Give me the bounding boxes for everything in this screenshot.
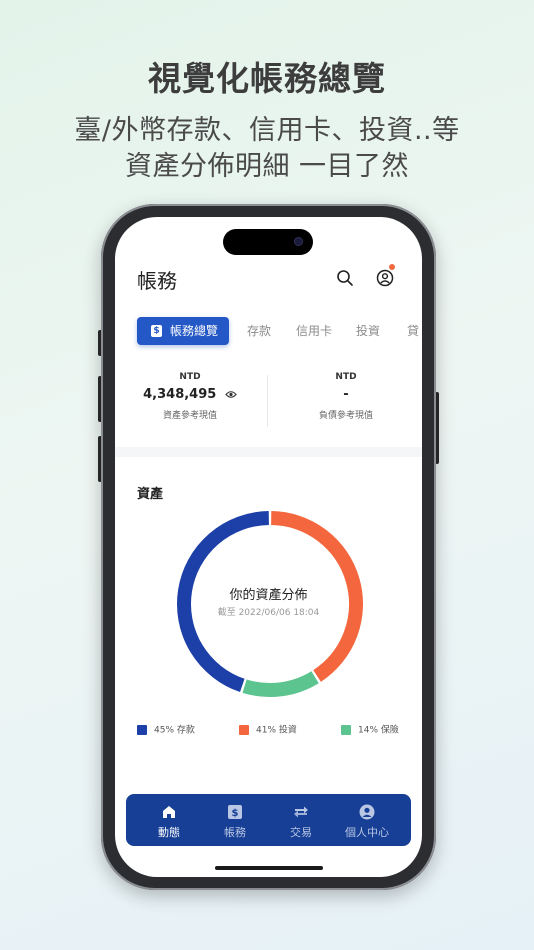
legend-label: 存款 [176, 725, 195, 736]
page-title: 帳務 [137, 269, 177, 293]
liabilities-summary[interactable]: NTD - 負債參考現值 [271, 372, 421, 421]
home-indicator [215, 866, 323, 870]
bottom-tab-bar: 動態 $ 帳務 交易 個人中心 [126, 794, 411, 846]
tab-overview[interactable]: $ 帳務總覽 [137, 317, 229, 345]
tab-credit-card[interactable]: 信用卡 [296, 317, 332, 345]
donut-slice-3 [242, 671, 319, 697]
chart-center-subtitle: 截至 2022/06/06 18:04 [217, 608, 320, 618]
tab-label: 帳務總覽 [170, 324, 219, 338]
assets-label: 資產參考現值 [162, 411, 217, 421]
transfer-icon [294, 806, 308, 818]
legend-item-insurance: 14% 保險 [341, 725, 399, 737]
dollar-icon: $ [151, 325, 162, 337]
assets-summary[interactable]: NTD 4,348,495 資產參考現值 [115, 372, 265, 421]
legend-swatch [137, 725, 147, 735]
phone-screen: 帳務 $ 帳務總覽 存款 信用卡 投資 貸 NTD 4,348,495 資產參考… [115, 217, 422, 877]
liabilities-value: - [343, 387, 349, 402]
assets-value-text: 4,348,495 [143, 387, 217, 402]
eye-icon[interactable] [225, 390, 237, 399]
tab-deposit[interactable]: 存款 [247, 317, 271, 345]
liabilities-currency: NTD [335, 372, 357, 382]
tab-activity[interactable]: 動態 [136, 794, 202, 846]
dollar-icon: $ [228, 805, 242, 819]
tab-profile-label: 個人中心 [345, 826, 389, 839]
notification-dot [389, 264, 395, 270]
tab-accounts-label: 帳務 [224, 826, 246, 839]
assets-currency: NTD [179, 372, 201, 382]
chart-legend: 45% 存款 41% 投資 14% 保險 [137, 725, 422, 739]
legend-swatch [239, 725, 249, 735]
tab-investment[interactable]: 投資 [356, 317, 380, 345]
tab-accounts[interactable]: $ 帳務 [202, 794, 268, 846]
legend-label: 投資 [278, 725, 297, 736]
svg-text:$: $ [232, 808, 239, 819]
asset-donut-chart [177, 511, 363, 697]
tab-activity-label: 動態 [158, 826, 180, 839]
legend-item-deposit: 45% 存款 [137, 725, 195, 737]
account-tabs: $ 帳務總覽 存款 信用卡 投資 貸 [137, 317, 422, 345]
tab-profile[interactable]: 個人中心 [334, 794, 400, 846]
tab-transactions[interactable]: 交易 [268, 794, 334, 846]
assets-value: 4,348,495 [115, 387, 265, 402]
phone-frame: 帳務 $ 帳務總覽 存款 信用卡 投資 貸 NTD 4,348,495 資產參考… [101, 204, 436, 890]
camera-icon [294, 237, 303, 246]
user-icon [359, 804, 375, 820]
liabilities-label: 負債參考現值 [318, 411, 373, 421]
balance-summary: NTD 4,348,495 資產參考現值 NTD - 負債參考現值 [115, 372, 422, 432]
promo-subline-1: 臺/外幣存款、信用卡、投資..等 [74, 115, 460, 146]
tab-transactions-label: 交易 [290, 826, 312, 839]
dynamic-island [223, 229, 313, 255]
summary-divider [267, 375, 268, 427]
legend-pct: 14% [358, 725, 379, 736]
promo-subline-2: 資產分佈明細 一目了然 [124, 151, 410, 182]
legend-pct: 45% [154, 725, 175, 736]
legend-swatch [341, 725, 351, 735]
legend-item-investment: 41% 投資 [239, 725, 297, 737]
profile-icon[interactable] [376, 269, 394, 287]
section-separator [115, 447, 422, 457]
promo-headline: 視覺化帳務總覽 [148, 59, 386, 98]
chart-center-title: 你的資產分佈 [229, 588, 308, 603]
assets-section-title: 資產 [137, 487, 164, 502]
legend-label: 保險 [380, 725, 399, 736]
legend-pct: 41% [256, 725, 277, 736]
home-icon [163, 806, 175, 818]
tab-loan[interactable]: 貸 [407, 317, 419, 345]
search-icon[interactable] [336, 269, 354, 287]
